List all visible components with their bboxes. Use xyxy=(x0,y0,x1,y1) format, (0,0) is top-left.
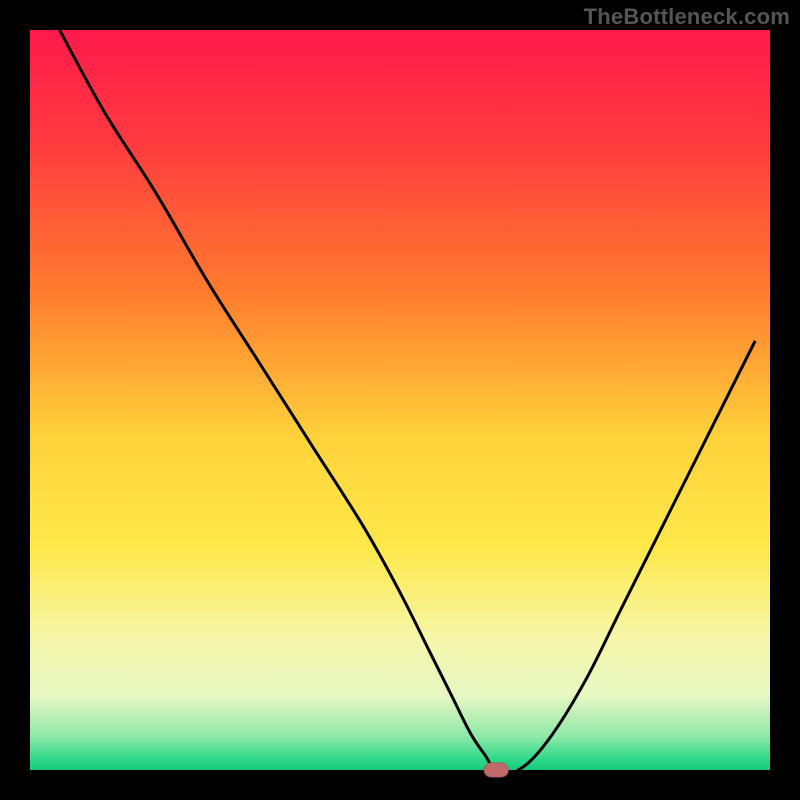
bottleneck-chart xyxy=(0,0,800,800)
watermark-label: TheBottleneck.com xyxy=(584,4,790,30)
plot-area xyxy=(30,30,770,770)
chart-container: TheBottleneck.com xyxy=(0,0,800,800)
optimal-marker xyxy=(484,763,508,777)
